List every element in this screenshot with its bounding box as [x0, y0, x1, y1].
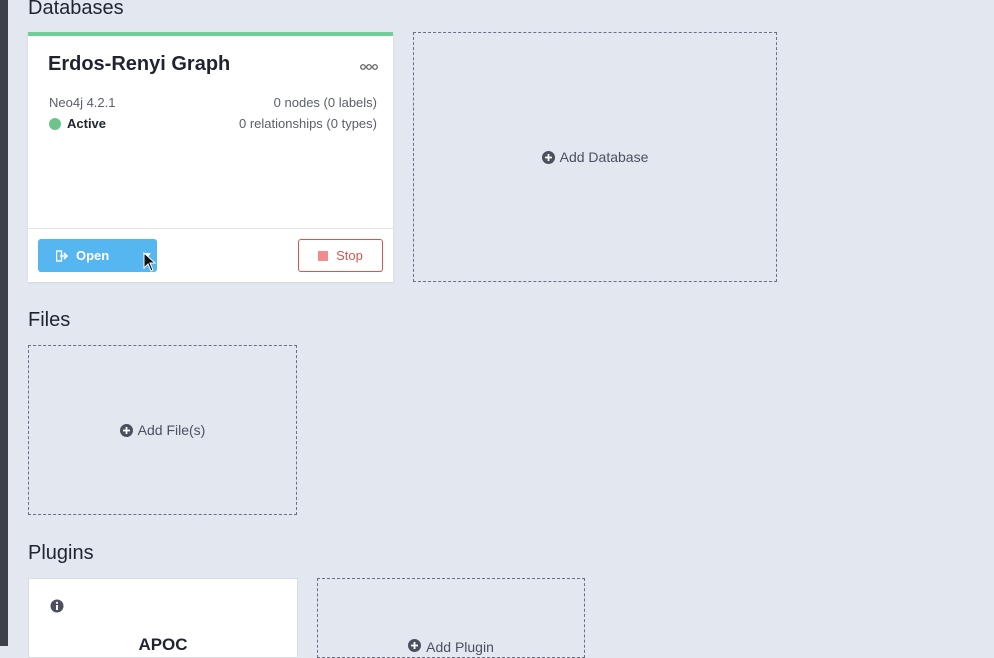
nodes-count: 0 nodes (0 labels): [273, 95, 377, 110]
more-icon[interactable]: [359, 62, 379, 72]
plugin-card-apoc[interactable]: APOC: [28, 578, 298, 658]
plus-circle-icon: [541, 150, 555, 164]
add-files-label: Add File(s): [137, 422, 206, 438]
database-name: Erdos-Renyi Graph: [48, 53, 231, 75]
status-dot-icon: [49, 117, 61, 130]
database-card: Erdos-Renyi Graph Neo4j 4.2.1 Active 0 n…: [28, 32, 393, 282]
left-rail: [0, 0, 8, 646]
add-plugin-label: Add Plugin: [426, 639, 494, 655]
open-label: Open: [76, 248, 110, 263]
plugins-heading: Plugins: [28, 542, 94, 564]
relationships-count: 0 relationships (0 types): [238, 116, 377, 131]
mouse-cursor-icon: [143, 252, 157, 272]
add-database-button[interactable]: Add Database: [413, 32, 777, 282]
database-version: Neo4j 4.2.1: [49, 95, 116, 110]
info-icon[interactable]: [50, 599, 64, 613]
add-database-label: Add Database: [559, 149, 649, 165]
add-plugin-button[interactable]: Add Plugin: [317, 578, 585, 658]
status-label: Active: [67, 116, 107, 131]
databases-heading: Databases: [28, 0, 124, 19]
add-files-button[interactable]: Add File(s): [28, 345, 297, 515]
stop-button[interactable]: Stop: [298, 239, 383, 272]
plus-circle-icon: [119, 423, 133, 437]
database-card-footer: Open Stop: [28, 228, 393, 282]
open-icon: [56, 249, 68, 262]
stop-icon: [318, 250, 329, 261]
plugin-name: APOC: [138, 635, 188, 654]
stop-label: Stop: [336, 248, 363, 263]
database-status: Active: [49, 116, 106, 131]
open-button[interactable]: Open: [38, 239, 157, 272]
files-heading: Files: [28, 309, 71, 331]
